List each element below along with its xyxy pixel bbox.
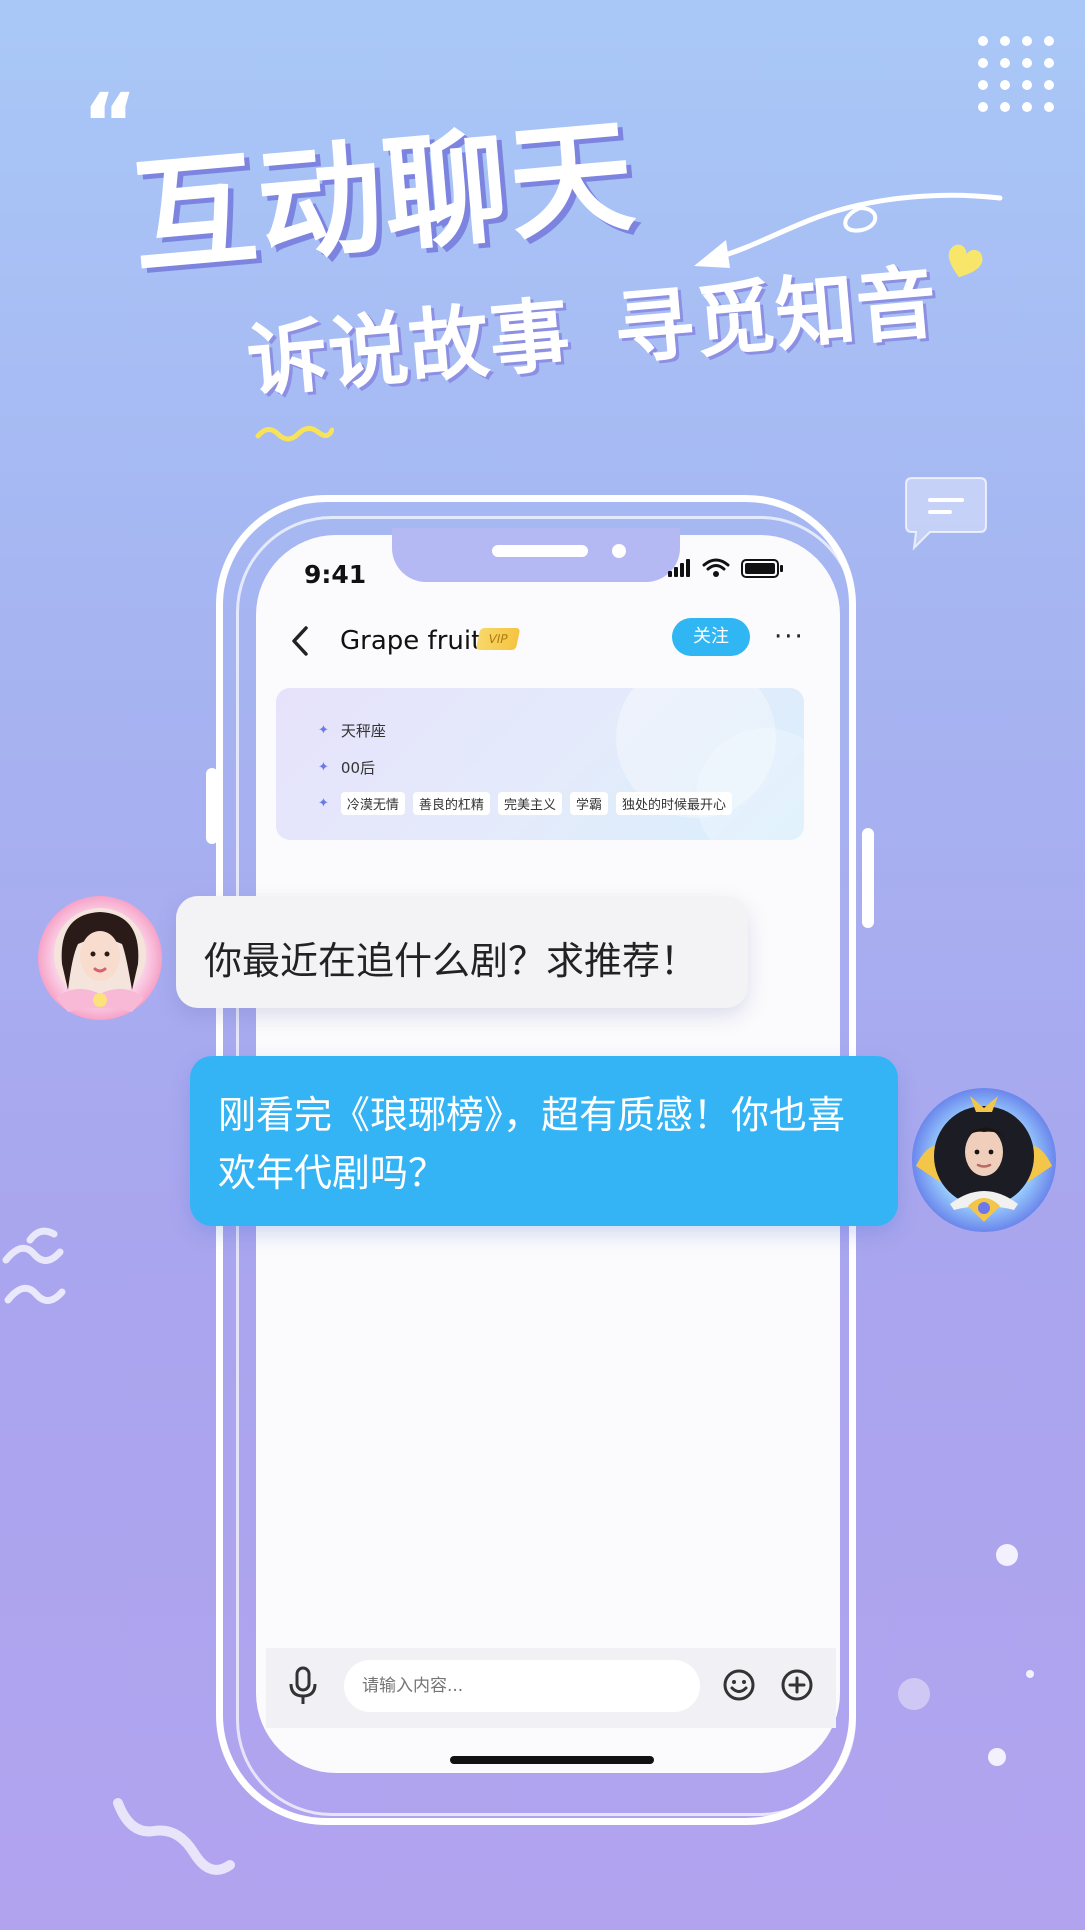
emoji-icon[interactable] xyxy=(722,1668,756,1702)
girl-avatar-icon xyxy=(38,896,162,1020)
avatar-right[interactable] xyxy=(910,1086,1058,1234)
boy-avatar-icon xyxy=(912,1088,1056,1232)
squiggle-decoration xyxy=(255,426,334,442)
notch-speaker xyxy=(492,545,588,557)
avatar-left[interactable] xyxy=(36,894,164,1022)
sparkle-icon: ✦ xyxy=(318,723,329,738)
wifi-icon xyxy=(702,558,730,571)
subline-left: 诉说故事 xyxy=(243,287,575,409)
sparkle-icon: ✦ xyxy=(318,760,329,775)
phone-side-button xyxy=(206,768,218,844)
phone-side-button xyxy=(862,828,874,928)
profile-tag: 冷漠无情 xyxy=(340,792,405,815)
dot-decoration xyxy=(996,1544,1018,1566)
subline-right: 寻觅知音 xyxy=(610,255,942,377)
message-input[interactable] xyxy=(344,1660,700,1712)
dot-grid-decoration xyxy=(978,36,1054,112)
profile-tag: 独处的时候最开心 xyxy=(615,792,732,815)
more-options-icon[interactable]: ··· xyxy=(774,622,805,652)
follow-button[interactable]: 关注 xyxy=(672,618,750,656)
profile-zodiac: 天秤座 xyxy=(340,722,386,740)
profile-generation-row: ✦ 00后 xyxy=(318,757,375,778)
status-icons xyxy=(668,558,783,578)
profile-generation: 00后 xyxy=(340,759,375,777)
chat-contact-name: Grape fruit xyxy=(340,626,482,656)
profile-tag: 善良的杠精 xyxy=(412,792,490,815)
dot-decoration xyxy=(988,1748,1006,1766)
dot-decoration xyxy=(898,1678,930,1710)
profile-tags-row: ✦ 冷漠无情 善良的杠精 完美主义 学霸 独处的时候最开心 xyxy=(318,792,740,815)
heart-icon xyxy=(948,244,983,278)
sparkle-icon: ✦ xyxy=(318,796,329,811)
promo-headline: 互动聊天 xyxy=(126,103,642,292)
dot-decoration xyxy=(1026,1670,1034,1678)
chevron-left-icon[interactable] xyxy=(286,624,316,658)
message-text-incoming: 你最近在追什么剧？求推荐！ xyxy=(204,939,699,983)
notch-camera xyxy=(612,544,626,558)
profile-tag: 完美主义 xyxy=(497,792,562,815)
vip-badge: VIP xyxy=(475,628,521,650)
plus-icon[interactable] xyxy=(780,1668,814,1702)
status-time: 9:41 xyxy=(304,560,367,589)
mic-icon[interactable] xyxy=(288,1666,318,1706)
message-text-outgoing: 刚看完《琅琊榜》，超有质感！你也喜欢年代剧吗？ xyxy=(218,1093,846,1195)
profile-zodiac-row: ✦ 天秤座 xyxy=(318,720,386,741)
home-indicator xyxy=(450,1756,654,1764)
wave-decoration-bottom xyxy=(113,1798,235,1875)
chat-bubble-decoration xyxy=(905,477,987,551)
profile-tag: 学霸 xyxy=(569,792,608,815)
signal-icon xyxy=(668,559,690,577)
battery-icon xyxy=(741,559,783,578)
wave-decoration xyxy=(2,1227,66,1304)
